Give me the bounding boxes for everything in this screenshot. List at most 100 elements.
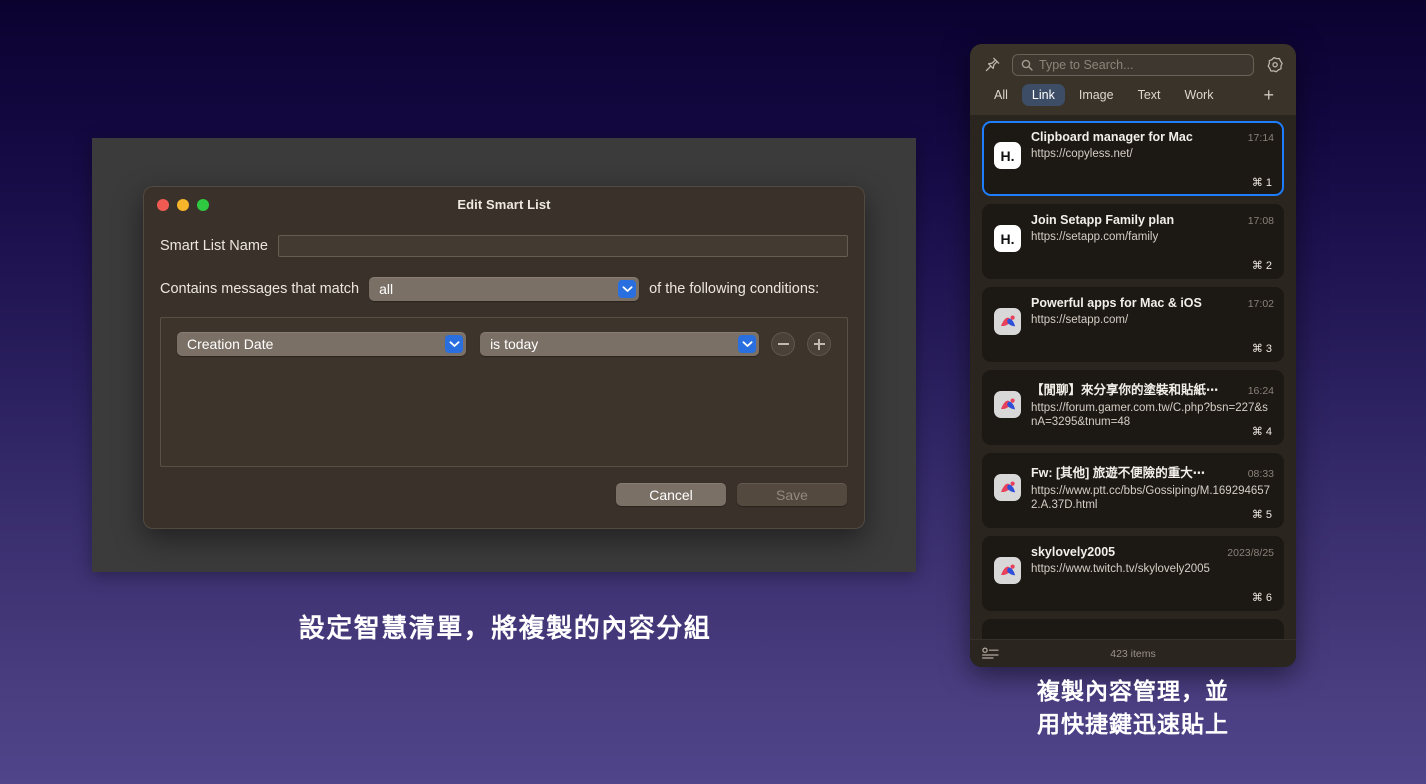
list-item-title: 【閒聊】來分享你的塗裝和貼紙⋯ — [1031, 383, 1219, 397]
sheet-body: Smart List Name Contains messages that m… — [144, 235, 864, 506]
category-tabs: All Link Image Text Work + — [982, 76, 1284, 115]
edit-smart-list-sheet: Edit Smart List Smart List Name Contains… — [143, 186, 865, 529]
arc-browser-icon — [1000, 315, 1015, 326]
caption-right-line2: 用快捷鍵迅速貼上 — [1037, 710, 1229, 737]
condition-field-value: Creation Date — [187, 336, 274, 352]
search-row: Type to Search... — [982, 54, 1284, 76]
chevron-down-icon — [618, 280, 637, 298]
list-item-shortcut: ⌘ 4 — [1251, 426, 1272, 438]
caption-left: 設定智慧清單，將複製的內容分組 — [298, 613, 712, 643]
match-rule-row: Contains messages that match all of the … — [160, 277, 848, 301]
list-item-shortcut: ⌘ 5 — [1251, 509, 1272, 521]
match-type-select[interactable]: all — [369, 277, 640, 301]
list-item-content: Powerful apps for Mac & iOS 17:02 https:… — [1031, 296, 1274, 356]
list-item-time: 08:33 — [1247, 468, 1274, 480]
list-item-content: Fw: [其他] 旅遊不便險的重大⋯ 08:33 https://www.ptt… — [1031, 462, 1274, 522]
list-item[interactable]: Powerful apps for Mac & iOS 17:02 https:… — [982, 287, 1284, 362]
item-count-label: 423 items — [1110, 647, 1156, 660]
app-icon-hey: H. — [994, 142, 1021, 169]
list-item-content: Clipboard manager for Mac 17:14 https://… — [1031, 130, 1274, 190]
list-item[interactable]: 【閒聊】來分享你的塗裝和貼紙⋯ 16:24 https://forum.game… — [982, 370, 1284, 445]
list-item-partial[interactable] — [982, 619, 1284, 639]
list-view-icon[interactable] — [982, 647, 999, 661]
add-tab-button[interactable]: + — [1263, 86, 1282, 104]
tab-link[interactable]: Link — [1021, 84, 1065, 106]
search-input[interactable]: Type to Search... — [1012, 54, 1254, 76]
save-button[interactable]: Save — [737, 483, 847, 506]
list-item-title: Join Setapp Family plan — [1031, 213, 1175, 227]
list-item-url: https://forum.gamer.com.tw/C.php?bsn=227… — [1031, 402, 1268, 429]
cancel-button[interactable]: Cancel — [616, 483, 726, 506]
list-item-shortcut: ⌘ 6 — [1251, 592, 1272, 604]
tab-image[interactable]: Image — [1069, 84, 1124, 106]
list-item-header: Fw: [其他] 旅遊不便險的重大⋯ 08:33 — [1031, 462, 1274, 481]
list-item-url: https://www.ptt.cc/bbs/Gossiping/M.16929… — [1031, 485, 1271, 512]
app-icon-arc — [994, 474, 1021, 501]
list-item-shortcut: ⌘ 3 — [1251, 343, 1272, 355]
list-item-header: Clipboard manager for Mac 17:14 — [1031, 130, 1274, 144]
list-item-url: https://setapp.com/ — [1031, 314, 1129, 326]
list-item-shortcut: ⌘ 1 — [1251, 177, 1272, 189]
add-condition-button[interactable] — [807, 332, 831, 356]
plus-icon-vertical — [818, 338, 820, 350]
list-item-url: https://www.twitch.tv/skylovely2005 — [1031, 563, 1210, 575]
pin-icon[interactable] — [982, 55, 1002, 75]
clipboard-header: Type to Search... All Link Image Text Wo… — [970, 44, 1296, 115]
smart-list-name-label: Smart List Name — [160, 238, 268, 254]
smart-list-name-input[interactable] — [277, 235, 848, 257]
list-item-time: 2023/8/25 — [1227, 547, 1274, 559]
clipboard-items-list[interactable]: H. Clipboard manager for Mac 17:14 https… — [970, 115, 1296, 639]
list-item-shortcut: ⌘ 2 — [1251, 260, 1272, 272]
list-item-content: 【閒聊】來分享你的塗裝和貼紙⋯ 16:24 https://forum.game… — [1031, 379, 1274, 439]
chevron-down-icon — [445, 335, 464, 353]
list-item[interactable]: Fw: [其他] 旅遊不便險的重大⋯ 08:33 https://www.ptt… — [982, 453, 1284, 528]
search-icon — [1021, 59, 1033, 71]
clipboard-footer: 423 items — [970, 639, 1296, 667]
sheet-title: Edit Smart List — [457, 197, 551, 212]
match-prefix-label: Contains messages that match — [160, 281, 360, 297]
app-icon-label: H. — [1000, 230, 1015, 247]
list-item-time: 17:02 — [1247, 298, 1274, 310]
app-icon-hey: H. — [994, 225, 1021, 252]
remove-condition-button[interactable] — [771, 332, 796, 356]
sheet-footer: Cancel Save — [160, 483, 848, 506]
list-item-title: Clipboard manager for Mac — [1031, 130, 1193, 144]
smart-list-name-row: Smart List Name — [160, 235, 848, 257]
condition-field-select[interactable]: Creation Date — [177, 332, 467, 356]
search-placeholder: Type to Search... — [1039, 58, 1134, 72]
app-icon-arc — [994, 308, 1021, 335]
app-icon-arc — [994, 391, 1021, 418]
clipboard-manager-panel: Type to Search... All Link Image Text Wo… — [970, 44, 1296, 667]
list-item-header: Powerful apps for Mac & iOS 17:02 — [1031, 296, 1274, 310]
match-type-value: all — [379, 281, 394, 297]
list-item-title: Powerful apps for Mac & iOS — [1031, 296, 1202, 310]
arc-browser-icon — [1000, 564, 1015, 575]
gear-icon[interactable] — [1264, 55, 1284, 75]
tab-all[interactable]: All — [984, 84, 1018, 106]
condition-row: Creation Date is today — [177, 332, 831, 356]
sheet-titlebar: Edit Smart List — [144, 187, 864, 225]
list-item-title: Fw: [其他] 旅遊不便險的重大⋯ — [1031, 466, 1206, 480]
chevron-down-icon — [738, 335, 757, 353]
list-item-time: 17:14 — [1247, 132, 1274, 144]
app-icon-label: H. — [1000, 147, 1015, 164]
list-item-url: https://setapp.com/family — [1031, 231, 1159, 243]
list-item-content: Join Setapp Family plan 17:08 https://se… — [1031, 213, 1274, 273]
list-item-title: skylovely2005 — [1031, 545, 1116, 559]
tab-work[interactable]: Work — [1175, 84, 1224, 106]
condition-operator-value: is today — [490, 336, 539, 352]
list-item-url: https://copyless.net/ — [1031, 148, 1133, 160]
condition-operator-select[interactable]: is today — [480, 332, 760, 356]
tab-text[interactable]: Text — [1128, 84, 1171, 106]
list-item[interactable]: H. Join Setapp Family plan 17:08 https:/… — [982, 204, 1284, 279]
caption-right: 複製內容管理，並 用快捷鍵迅速貼上 — [970, 675, 1296, 740]
list-item[interactable]: H. Clipboard manager for Mac 17:14 https… — [982, 121, 1284, 196]
mail-app-window: Edit Smart List Smart List Name Contains… — [92, 138, 916, 572]
list-item[interactable]: skylovely2005 2023/8/25 https://www.twit… — [982, 536, 1284, 611]
conditions-list: Creation Date is today — [160, 317, 848, 467]
minus-icon — [777, 343, 789, 345]
arc-browser-icon — [1000, 398, 1015, 409]
list-item-header: 【閒聊】來分享你的塗裝和貼紙⋯ 16:24 — [1031, 379, 1274, 398]
list-item-time: 17:08 — [1247, 215, 1274, 227]
list-item-header: Join Setapp Family plan 17:08 — [1031, 213, 1274, 227]
